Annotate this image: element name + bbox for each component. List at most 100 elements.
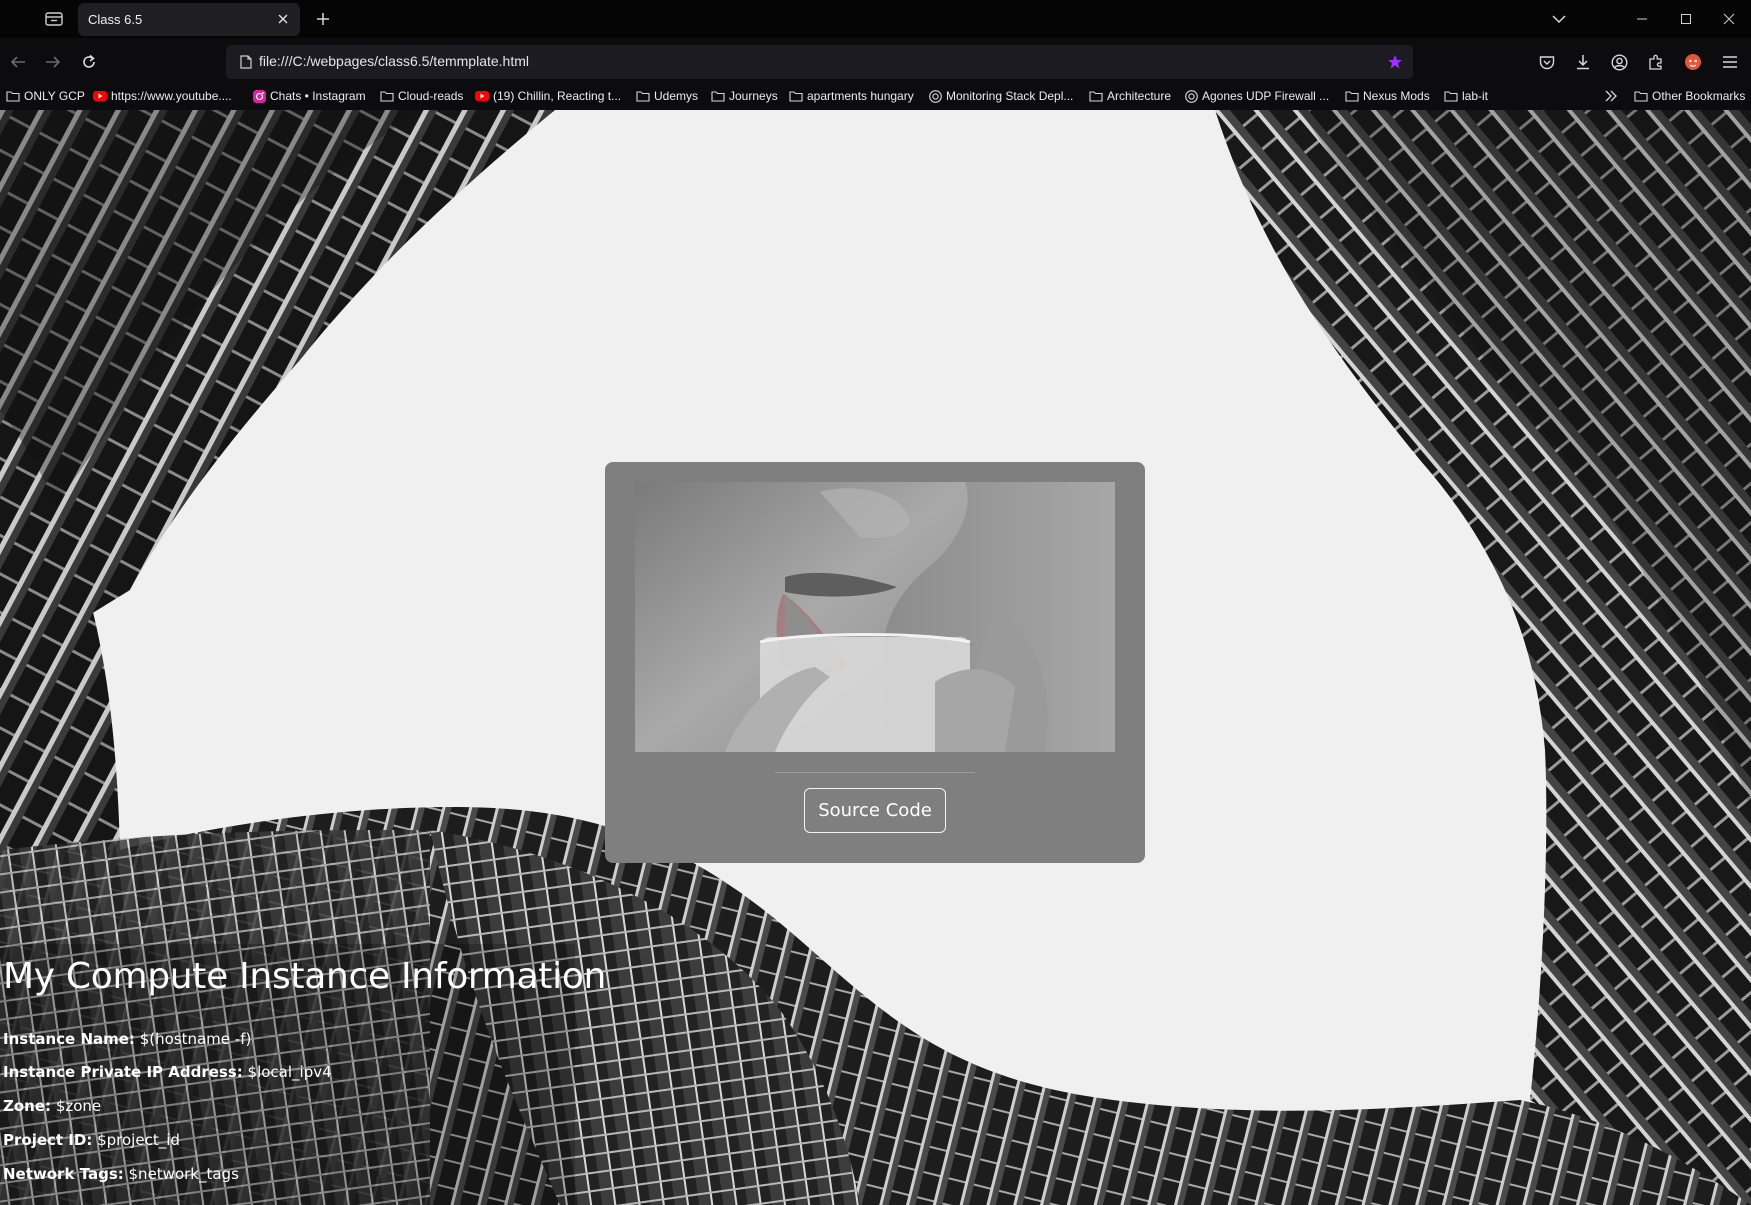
bookmark-star-button[interactable] xyxy=(1385,52,1405,72)
browser-chrome: Class 6.5 file:///C:/webpages/class6.5/t… xyxy=(0,0,1751,110)
puzzle-icon xyxy=(1649,54,1662,70)
bookmarks-overflow-button[interactable] xyxy=(1604,86,1618,106)
bookmark-label: ONLY GCP xyxy=(24,89,85,103)
bookmark-label: https://www.youtube.... xyxy=(111,89,232,103)
arrow-right-icon xyxy=(46,56,61,68)
tab-bar: Class 6.5 xyxy=(0,0,1751,38)
source-code-button[interactable]: Source Code xyxy=(804,788,946,833)
folder-icon xyxy=(380,89,394,103)
pocket-icon xyxy=(1539,55,1555,69)
info-row: Network Tags: $network_tags xyxy=(3,1165,239,1183)
document-icon xyxy=(240,55,252,69)
reload-icon xyxy=(83,54,95,68)
page-icon[interactable] xyxy=(238,54,254,70)
arrow-left-icon xyxy=(10,56,25,68)
downloads-button[interactable] xyxy=(1568,47,1598,77)
bookmark-item[interactable]: ONLY GCP xyxy=(6,86,85,106)
folder-icon xyxy=(711,89,725,103)
plus-icon xyxy=(317,13,329,25)
extensions-button[interactable] xyxy=(1641,47,1671,77)
back-button[interactable] xyxy=(3,47,33,77)
globe-icon xyxy=(928,89,942,103)
chevron-down-icon xyxy=(1552,15,1566,24)
other-bookmarks[interactable]: Other Bookmarks xyxy=(1634,86,1745,106)
info-label: Network Tags: xyxy=(3,1165,124,1183)
page-viewport: Source Code My Compute Instance Informat… xyxy=(0,110,1751,1205)
fox-extension-button[interactable] xyxy=(1678,47,1708,77)
firefox-view-icon xyxy=(45,12,63,26)
info-label: Project ID: xyxy=(3,1131,93,1149)
new-tab-button[interactable] xyxy=(309,5,337,33)
star-icon xyxy=(1388,55,1402,69)
card-divider xyxy=(775,772,975,773)
maximize-button[interactable] xyxy=(1664,4,1708,34)
bookmark-label: Udemys xyxy=(654,89,699,103)
maximize-icon xyxy=(1681,14,1691,24)
bookmark-label: Architecture xyxy=(1107,89,1172,103)
bookmark-label: Cloud-reads xyxy=(398,89,464,103)
reload-button[interactable] xyxy=(74,47,104,77)
pocket-button[interactable] xyxy=(1532,47,1562,77)
other-bookmarks-label: Other Bookmarks xyxy=(1652,89,1746,103)
tab-title: Class 6.5 xyxy=(88,12,143,27)
page-title: My Compute Instance Information xyxy=(3,956,607,997)
bookmark-item[interactable]: Udemys xyxy=(636,86,698,106)
fox-extension-icon xyxy=(1685,54,1701,70)
folder-icon xyxy=(6,89,20,103)
minimize-icon xyxy=(1637,18,1647,20)
download-icon xyxy=(1577,55,1589,70)
youtube-icon xyxy=(93,89,107,103)
address-bar[interactable]: file:///C:/webpages/class6.5/temmplate.h… xyxy=(226,45,1413,79)
bookmark-item[interactable]: Cloud-reads xyxy=(380,86,463,106)
hamburger-menu-icon xyxy=(1723,56,1737,68)
list-all-tabs-button[interactable] xyxy=(1545,5,1573,33)
bookmark-item[interactable]: Nexus Mods xyxy=(1345,86,1430,106)
bookmark-label: Chats • Instagram xyxy=(270,89,366,103)
folder-icon xyxy=(789,89,803,103)
folder-icon xyxy=(1345,89,1359,103)
bookmark-label: Monitoring Stack Depl... xyxy=(946,89,1074,103)
bookmark-label: (19) Chillin, Reacting t... xyxy=(493,89,622,103)
double-chevron-right-icon xyxy=(1605,90,1617,102)
account-button[interactable] xyxy=(1604,47,1634,77)
info-label: Instance Private IP Address: xyxy=(3,1063,243,1081)
info-label: Instance Name: xyxy=(3,1030,135,1048)
folder-icon xyxy=(1089,89,1103,103)
firefox-view-button[interactable] xyxy=(40,5,68,33)
bookmark-label: Nexus Mods xyxy=(1363,89,1430,103)
bookmark-item[interactable]: Monitoring Stack Depl... xyxy=(928,86,1073,106)
tab-class-6-5[interactable]: Class 6.5 xyxy=(78,3,300,36)
bookmark-label: Journeys xyxy=(729,89,778,103)
forward-button[interactable] xyxy=(38,47,68,77)
close-icon xyxy=(278,14,288,24)
image-card: Source Code xyxy=(605,462,1145,863)
bookmark-item[interactable]: Agones UDP Firewall ... xyxy=(1184,86,1329,106)
bookmark-item[interactable]: Journeys xyxy=(711,86,778,106)
youtube-icon xyxy=(475,89,489,103)
bookmark-item[interactable]: Chats • Instagram xyxy=(252,86,366,106)
instagram-icon xyxy=(252,89,266,103)
bookmarks-toolbar: ONLY GCP https://www.youtube.... Chats • I… xyxy=(0,84,1751,108)
instance-info-panel: My Compute Instance Information Instance… xyxy=(0,944,606,1205)
tab-close-button[interactable] xyxy=(274,10,292,28)
app-menu-button[interactable] xyxy=(1715,47,1745,77)
close-window-button[interactable] xyxy=(1707,4,1751,34)
folder-icon xyxy=(636,89,650,103)
bookmark-label: lab-it xyxy=(1462,89,1489,103)
folder-icon xyxy=(1444,89,1458,103)
card-photo xyxy=(635,482,1115,752)
url-text[interactable]: file:///C:/webpages/class6.5/temmplate.h… xyxy=(259,53,529,69)
info-row: Project ID: $project_id xyxy=(3,1131,180,1149)
info-value: $local_ipv4 xyxy=(242,1063,332,1081)
minimize-button[interactable] xyxy=(1620,4,1664,34)
bookmark-item[interactable]: apartments hungary xyxy=(789,86,914,106)
bookmark-item[interactable]: (19) Chillin, Reacting t... xyxy=(475,86,621,106)
bookmark-item[interactable]: https://www.youtube.... xyxy=(93,86,232,106)
folder-icon xyxy=(1634,89,1648,103)
bookmark-item[interactable]: Architecture xyxy=(1089,86,1171,106)
bookmark-item[interactable]: lab-it xyxy=(1444,86,1488,106)
close-icon xyxy=(1723,13,1735,25)
info-row: Instance Name: $(hostname -f) xyxy=(3,1030,251,1048)
navigation-bar: file:///C:/webpages/class6.5/temmplate.h… xyxy=(0,42,1751,82)
bookmark-label: Agones UDP Firewall ... xyxy=(1202,89,1330,103)
